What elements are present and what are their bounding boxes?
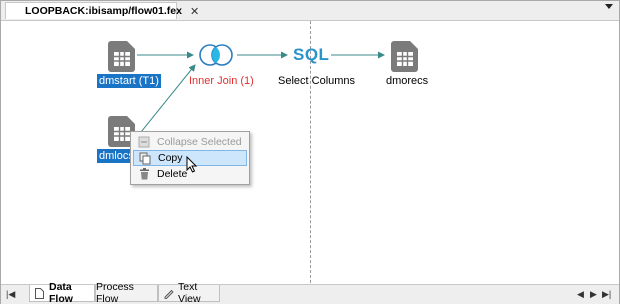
target-label[interactable]: dmorecs <box>386 75 428 87</box>
target-table-icon[interactable] <box>389 39 421 73</box>
source-table-icon[interactable] <box>106 39 138 73</box>
tab-label: Data Flow <box>49 281 73 305</box>
menu-item-collapse-selected[interactable]: Collapse Selected <box>133 134 247 150</box>
document-tab[interactable]: LOOPBACK:ibisamp/flow01.fex ✕ <box>5 2 199 19</box>
next-tab-icon[interactable]: ▶ <box>590 289 597 300</box>
tab-process-flow[interactable]: Process Flow <box>95 281 158 305</box>
document-tab-strip: LOOPBACK:ibisamp/flow01.fex ✕ <box>1 1 619 21</box>
previous-tab-icon[interactable]: ◀ <box>577 289 584 300</box>
close-tab-icon[interactable]: ✕ <box>190 5 199 18</box>
mouse-cursor-icon <box>186 156 198 173</box>
tab-data-flow[interactable]: Data Flow <box>29 281 95 305</box>
view-tab-bar: |◀ ◀ ▶ ▶| Data Flow Process Flow Text Vi… <box>1 281 619 305</box>
join-label[interactable]: Inner Join (1) <box>189 75 254 87</box>
inner-join-icon[interactable] <box>197 43 235 67</box>
menu-item-label: Delete <box>157 168 188 180</box>
editor-window: LOOPBACK:ibisamp/flow01.fex ✕ dmstart (T… <box>0 0 620 305</box>
first-tab-icon[interactable]: |◀ <box>6 289 15 300</box>
tab-label: Process Flow <box>96 281 134 305</box>
menu-item-label: Collapse Selected <box>157 136 242 148</box>
data-flow-icon <box>34 287 45 299</box>
tab-text-view[interactable]: Text View <box>158 281 220 305</box>
last-tab-icon[interactable]: ▶| <box>602 289 611 300</box>
menu-item-label: Copy <box>158 152 183 164</box>
source1-label[interactable]: dmstart (T1) <box>97 74 161 88</box>
copy-icon <box>137 151 153 165</box>
collapse-icon <box>136 135 152 149</box>
tab-list-dropdown-icon[interactable] <box>605 4 613 9</box>
delete-icon <box>136 167 152 181</box>
sql-select-icon[interactable]: SQL <box>293 45 329 65</box>
document-tab-title: LOOPBACK:ibisamp/flow01.fex <box>25 5 182 17</box>
select-columns-label[interactable]: Select Columns <box>278 75 355 87</box>
tab-label: Text View <box>178 281 201 305</box>
flow-canvas[interactable]: dmstart (T1) dmlocs Inner Join (1) SQL S… <box>1 21 619 283</box>
text-view-icon <box>163 288 174 299</box>
